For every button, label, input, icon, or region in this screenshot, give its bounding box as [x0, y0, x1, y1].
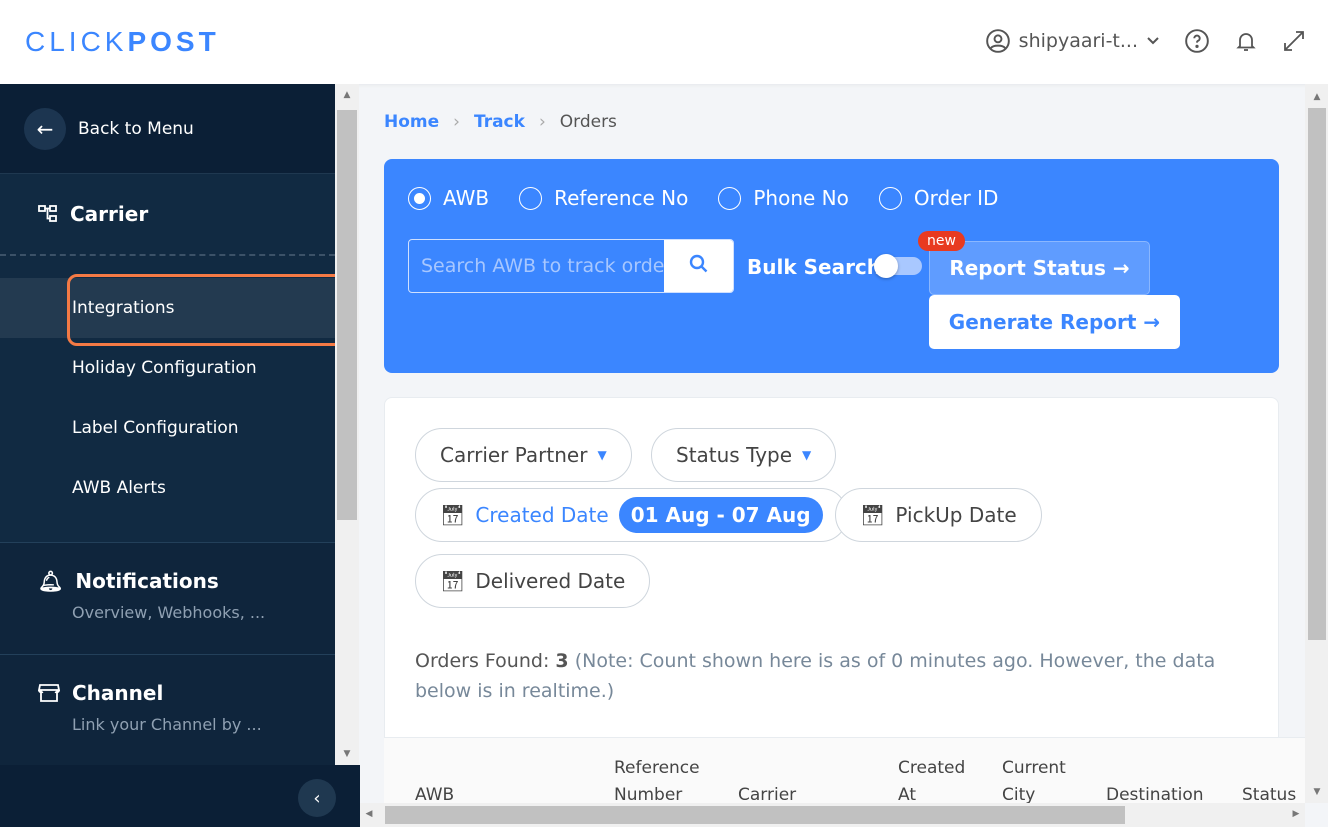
help-icon[interactable]: [1184, 28, 1210, 54]
chevron-down-icon: [1146, 34, 1160, 48]
carrier-partner-filter[interactable]: Carrier Partner ▼: [415, 428, 632, 482]
new-badge: new: [918, 231, 965, 251]
search-button[interactable]: [664, 240, 733, 292]
generate-report-button[interactable]: Generate Report →: [929, 295, 1180, 349]
sidebar-scrollbar[interactable]: ▲ ▼: [335, 84, 359, 765]
main-scrollbar[interactable]: ▲ ▼: [1305, 84, 1328, 803]
hierarchy-icon: [38, 204, 58, 224]
user-circle-icon: [985, 28, 1011, 54]
column-reference-number: Reference Number: [614, 758, 700, 805]
radio-order-id[interactable]: Order ID: [878, 186, 998, 210]
created-date-range: 01 Aug - 07 Aug: [618, 497, 823, 533]
back-to-menu-button[interactable]: ← Back to Menu: [0, 84, 335, 174]
radio-phone-no[interactable]: Phone No: [718, 186, 849, 210]
store-icon: [38, 683, 60, 703]
radio-awb[interactable]: AWB: [408, 186, 489, 210]
report-status-button[interactable]: Report Status →: [929, 241, 1150, 295]
column-created-at: Created At: [898, 758, 966, 805]
clickpost-logo[interactable]: CLICKPOST: [25, 26, 220, 58]
orders-table-header: AWB Reference Number Carrier Created At …: [384, 737, 1305, 805]
delivered-date-filter[interactable]: 📅︎ Delivered Date: [415, 554, 651, 608]
sidebar-group-channel[interactable]: Channel Link your Channel by ...: [0, 654, 335, 766]
sidebar-item-integrations[interactable]: Integrations: [0, 274, 345, 346]
calendar-icon: 📅︎: [860, 503, 886, 527]
status-type-filter[interactable]: Status Type ▼: [651, 428, 837, 482]
collapse-sidebar-button[interactable]: ‹: [298, 779, 336, 817]
breadcrumb-home[interactable]: Home: [384, 112, 439, 132]
horizontal-scrollbar[interactable]: ◀ ▶: [360, 803, 1305, 827]
bulk-search-toggle[interactable]: [874, 254, 922, 278]
user-menu[interactable]: shipyaari-t...: [985, 28, 1160, 54]
chevron-left-icon: ‹: [313, 787, 321, 809]
calendar-icon: 📅︎: [440, 569, 466, 593]
bell-icon[interactable]: [1234, 29, 1258, 53]
search-icon: [688, 253, 710, 279]
sidebar-item-label-configuration[interactable]: Label Configuration: [0, 398, 335, 458]
breadcrumb-current: Orders: [559, 112, 617, 132]
breadcrumb-track[interactable]: Track: [474, 112, 525, 132]
sidebar-group-notifications[interactable]: 🔔︎ Notifications Overview, Webhooks, ...: [0, 542, 335, 654]
sidebar-section-carrier[interactable]: Carrier: [0, 174, 335, 256]
breadcrumb: Home › Track › Orders: [384, 112, 617, 132]
sidebar-item-holiday-configuration[interactable]: Holiday Configuration: [0, 338, 335, 398]
bulk-search-label: Bulk Search: [747, 255, 882, 279]
arrow-left-icon: ←: [24, 107, 66, 150]
search-panel: AWB Reference No Phone No Order ID Bulk …: [384, 159, 1279, 373]
column-current-city: Current City: [1002, 758, 1066, 805]
awb-search-input[interactable]: [409, 240, 664, 292]
orders-found-text: Orders Found: 3 (Note: Count shown here …: [415, 650, 1216, 702]
caret-down-icon: ▼: [802, 448, 812, 462]
caret-down-icon: ▼: [597, 448, 607, 462]
created-date-filter[interactable]: 📅︎ Created Date 01 Aug - 07 Aug: [415, 488, 848, 542]
sidebar-item-awb-alerts[interactable]: AWB Alerts: [0, 458, 335, 518]
top-header: CLICKPOST shipyaari-t...: [0, 0, 1328, 84]
radio-reference-no[interactable]: Reference No: [519, 186, 688, 210]
alarm-bell-icon: 🔔︎: [38, 569, 64, 593]
expand-icon[interactable]: [1282, 29, 1306, 53]
calendar-icon: 📅︎: [440, 503, 466, 527]
sidebar: ← Back to Menu Carrier Integrations Holid…: [0, 84, 345, 827]
pickup-date-filter[interactable]: 📅︎ PickUp Date: [835, 488, 1042, 542]
